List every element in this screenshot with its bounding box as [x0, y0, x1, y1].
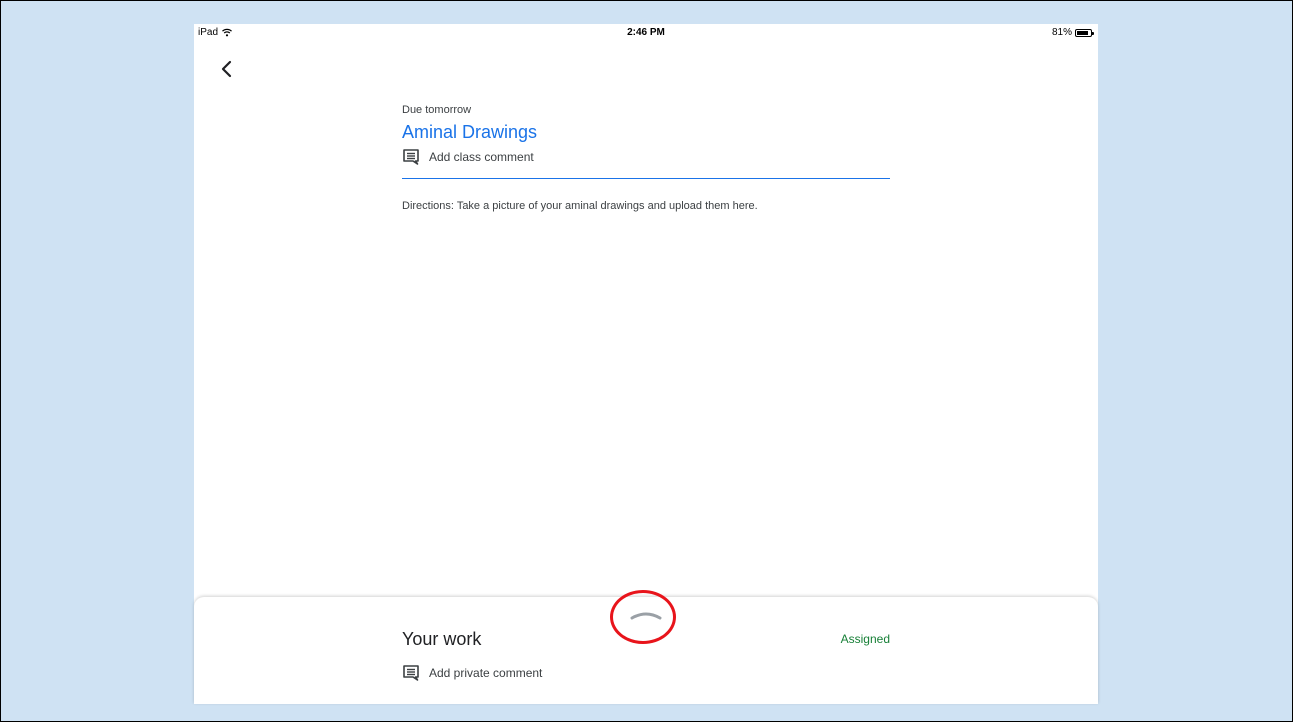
status-badge: Assigned — [840, 632, 890, 646]
slide-background: iPad 2:46 PM 81% Due tomorrow Aminal Dra… — [0, 0, 1293, 722]
status-bar: iPad 2:46 PM 81% — [194, 24, 1098, 44]
your-work-title: Your work — [402, 629, 482, 649]
add-class-comment-button[interactable]: Add class comment — [402, 148, 890, 166]
add-private-comment-label: Add private comment — [429, 666, 543, 680]
battery-tip — [1092, 31, 1094, 35]
chevron-up-icon — [630, 612, 662, 620]
battery-percent: 81% — [1051, 27, 1072, 38]
your-work-sheet[interactable]: Your work Assigned Add private comment — [194, 590, 1098, 704]
battery-icon — [1075, 28, 1094, 37]
expand-sheet-handle[interactable] — [626, 607, 666, 623]
back-button[interactable] — [216, 56, 238, 82]
comment-icon — [403, 665, 419, 681]
title-divider — [402, 178, 890, 179]
chevron-left-icon — [221, 60, 232, 78]
add-private-comment-button[interactable]: Add private comment — [402, 664, 542, 682]
assignment-details: Due tomorrow Aminal Drawings Add class c… — [402, 102, 890, 224]
comment-icon — [403, 149, 419, 165]
assignment-directions: Directions: Take a picture of your amina… — [402, 200, 758, 212]
status-right: 81% — [1051, 27, 1094, 38]
status-time: 2:46 PM — [627, 27, 665, 38]
add-class-comment-label: Add class comment — [429, 150, 534, 164]
ipad-screen: iPad 2:46 PM 81% Due tomorrow Aminal Dra… — [194, 24, 1098, 704]
due-date-label: Due tomorrow — [402, 104, 472, 116]
battery-fill — [1077, 30, 1088, 35]
assignment-title: Aminal Drawings — [402, 122, 538, 142]
